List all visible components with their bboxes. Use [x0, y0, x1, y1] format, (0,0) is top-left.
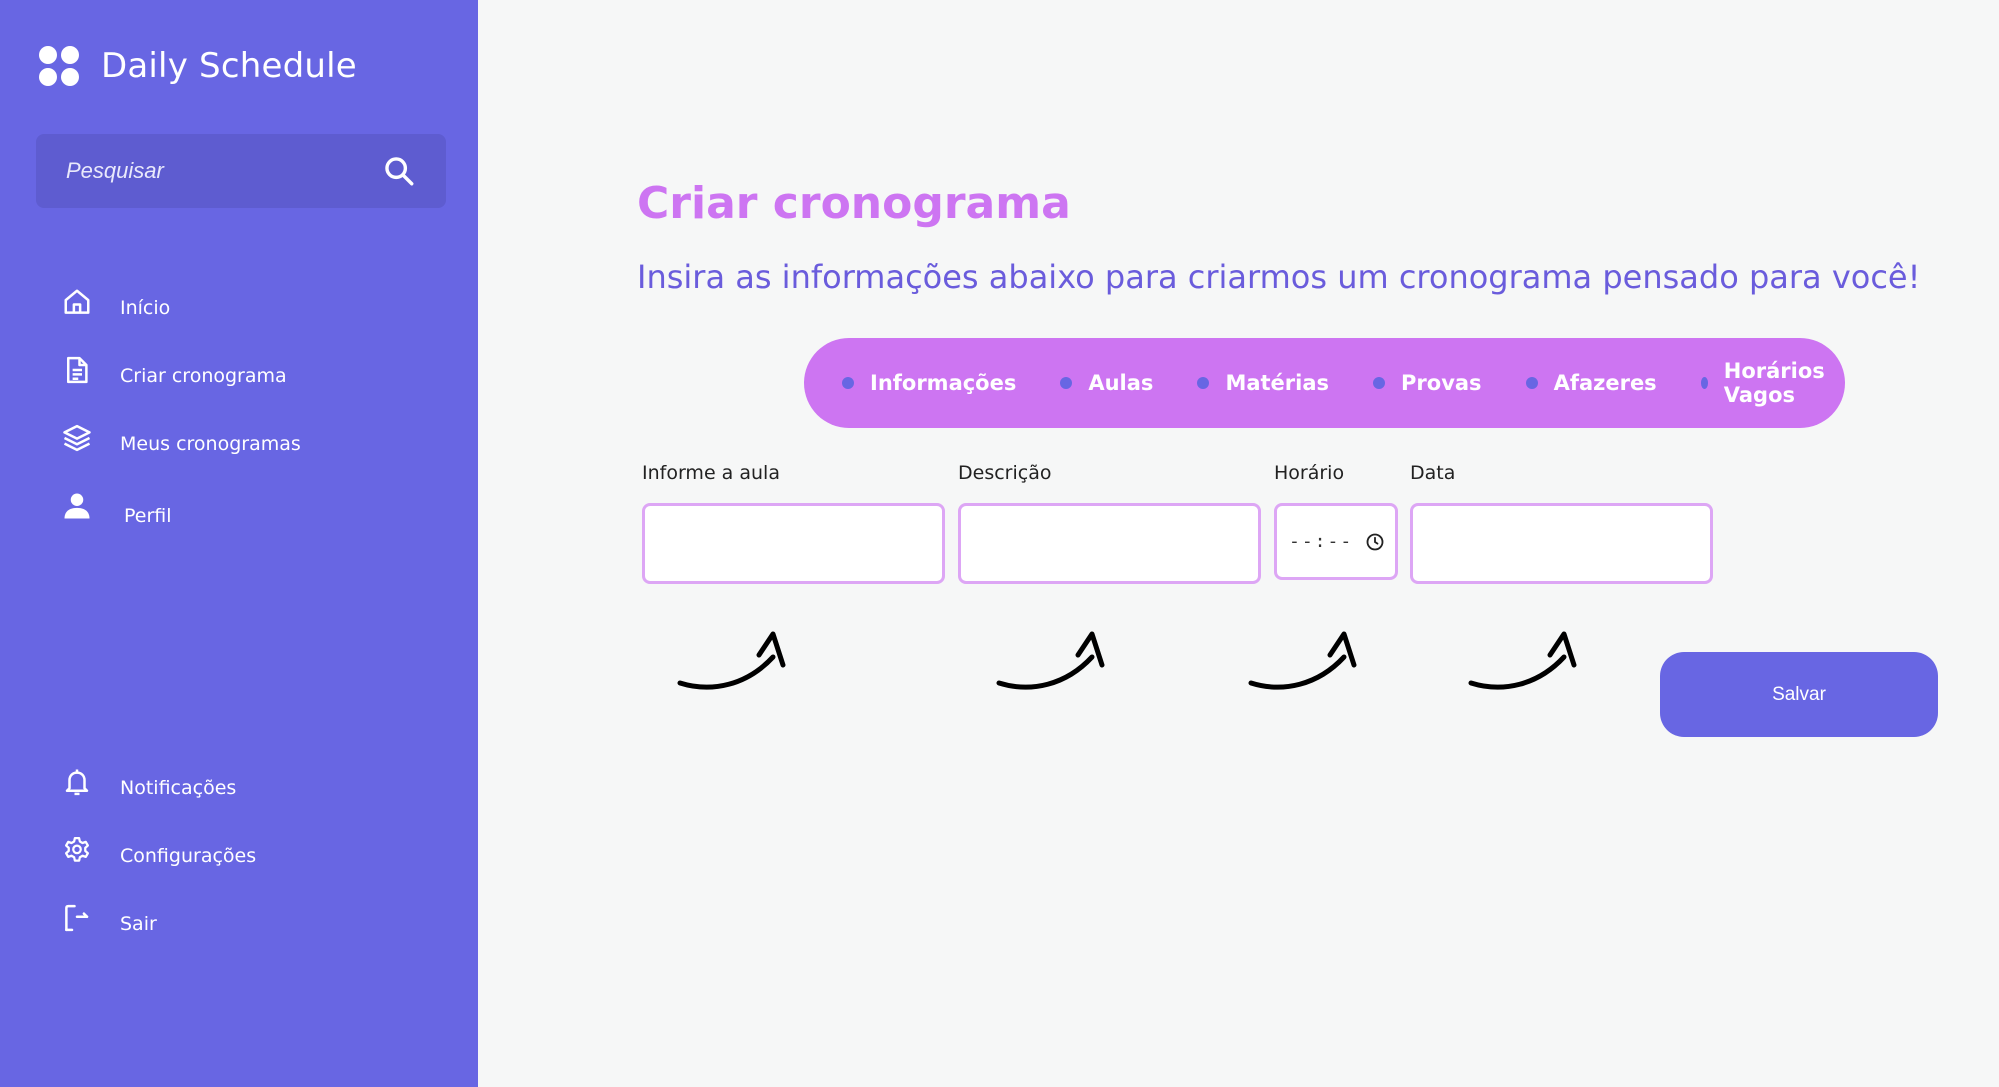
step-aulas[interactable]: Aulas	[1060, 371, 1153, 395]
data-field-box	[1410, 503, 1713, 584]
sidebar-nav-secondary: Notificações Configurações Sair	[62, 748, 442, 952]
sidebar-item-criar-cronograma[interactable]: Criar cronograma	[62, 336, 442, 404]
sidebar-item-label: Notificações	[120, 777, 237, 799]
app-root: Daily Schedule Início	[0, 0, 1999, 1087]
data-field[interactable]	[1413, 506, 1710, 581]
horario-field[interactable]: --:--	[1274, 503, 1398, 580]
main-content: Criar cronograma Insira as informações a…	[478, 0, 1999, 1087]
sidebar-item-label: Criar cronograma	[120, 365, 287, 387]
sidebar-item-label: Início	[120, 297, 171, 319]
logo-icon	[39, 46, 79, 86]
curved-arrow-icon	[996, 631, 1105, 690]
sidebar-item-configuracoes[interactable]: Configurações	[62, 816, 442, 884]
sidebar-item-label: Meus cronogramas	[120, 433, 301, 455]
curved-arrow-icon	[1468, 631, 1577, 690]
gear-icon	[65, 837, 89, 862]
step-label: Horários Vagos	[1723, 359, 1825, 407]
descricao-field-box	[958, 503, 1261, 584]
step-label: Provas	[1401, 371, 1482, 395]
aula-field-box	[642, 503, 945, 584]
steps-bar: Informações Aulas Matérias Provas Afazer…	[804, 338, 1845, 428]
layers-icon	[63, 424, 91, 452]
bell-icon	[65, 769, 89, 796]
step-label: Afazeres	[1553, 371, 1657, 395]
sidebar-item-label: Perfil	[124, 505, 172, 527]
search-icon[interactable]	[382, 154, 416, 188]
sidebar-item-inicio[interactable]: Início	[62, 268, 442, 336]
step-dot	[1197, 377, 1210, 389]
step-dot	[1060, 377, 1073, 389]
aula-label: Informe a aula	[642, 462, 780, 484]
step-dot	[842, 377, 854, 389]
search-box	[36, 134, 446, 208]
step-provas[interactable]: Provas	[1373, 371, 1482, 395]
curved-arrow-icon	[1248, 631, 1357, 690]
step-horarios-vagos[interactable]: Horários Vagos	[1700, 359, 1830, 407]
horario-label: Horário	[1274, 462, 1345, 484]
home-icon	[64, 289, 90, 314]
brand[interactable]: Daily Schedule	[39, 46, 357, 86]
sidebar-item-label: Configurações	[120, 845, 257, 867]
descricao-label: Descrição	[958, 462, 1052, 484]
page-subtitle: Insira as informações abaixo para criarm…	[637, 258, 1921, 296]
logout-icon	[65, 904, 89, 932]
sidebar-nav-main: Início Criar cronograma Meus cronogramas…	[62, 268, 442, 540]
app-title: Daily Schedule	[101, 46, 357, 86]
sidebar-item-sair[interactable]: Sair	[62, 884, 442, 952]
aula-field[interactable]	[645, 506, 942, 581]
step-label: Informações	[870, 371, 1017, 395]
page-title: Criar cronograma	[637, 178, 1071, 229]
search-input[interactable]	[66, 158, 382, 184]
curved-arrow-icon	[677, 631, 786, 690]
data-label: Data	[1410, 462, 1456, 484]
step-materias[interactable]: Matérias	[1197, 371, 1329, 395]
clock-icon[interactable]	[1365, 532, 1385, 552]
sidebar-item-perfil[interactable]: Perfil	[62, 472, 442, 540]
step-afazeres[interactable]: Afazeres	[1525, 371, 1657, 395]
step-dot	[1700, 377, 1708, 389]
sidebar: Daily Schedule Início	[0, 0, 478, 1087]
sidebar-item-label: Sair	[120, 913, 157, 935]
document-icon	[67, 356, 88, 384]
step-informacoes[interactable]: Informações	[842, 371, 1016, 395]
step-dot	[1525, 377, 1538, 389]
step-label: Matérias	[1225, 371, 1330, 395]
sidebar-item-meus-cronogramas[interactable]: Meus cronogramas	[62, 404, 442, 472]
save-button[interactable]: Salvar	[1660, 652, 1938, 737]
step-dot	[1373, 377, 1386, 389]
horario-value: --:--	[1289, 531, 1354, 552]
step-label: Aulas	[1088, 371, 1154, 395]
descricao-field[interactable]	[961, 506, 1258, 581]
user-icon	[64, 493, 90, 519]
sidebar-item-notificacoes[interactable]: Notificações	[62, 748, 442, 816]
